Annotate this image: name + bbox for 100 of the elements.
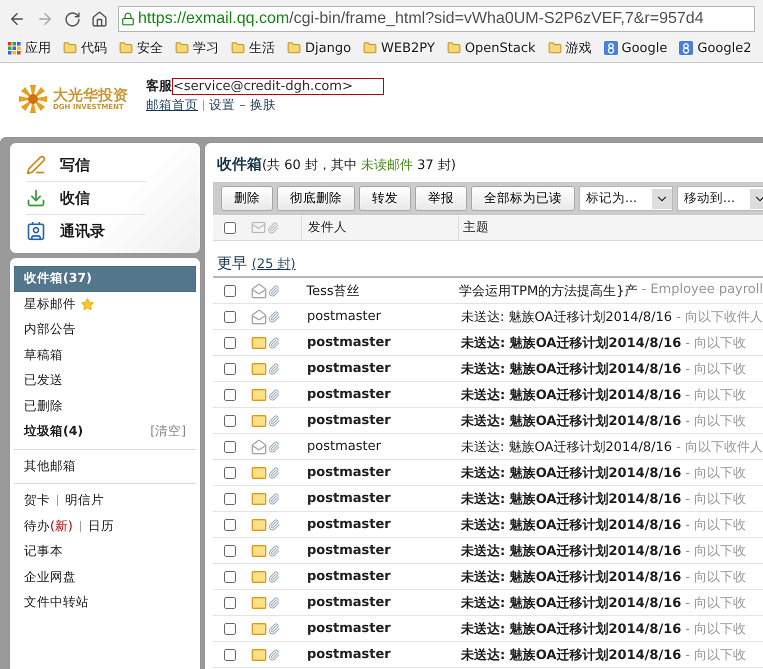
dropdown[interactable]: 标记为... (579, 186, 673, 211)
sender: postmaster (307, 517, 391, 532)
mail-row[interactable]: Tess苔丝 学会运用TPM的方法提高生}产 - Employee payroll (213, 278, 763, 304)
row-checkbox[interactable] (224, 440, 236, 452)
folder-icon (548, 41, 562, 55)
mail-row[interactable]: postmaster 未送达: 魅族OA迁移计划2014/8/16 - 向以下收 (213, 330, 763, 356)
paperclip-icon (268, 518, 280, 530)
preview: - 向以下收 (685, 646, 746, 664)
mail-row[interactable]: postmaster 未送达: 魅族OA迁移计划2014/8/16 - 向以下收件人 (213, 304, 763, 330)
paperclip-icon (268, 440, 280, 452)
tool-link[interactable]: 记事本 (24, 543, 63, 560)
folder-item[interactable]: 星标邮件 (14, 292, 196, 317)
row-checkbox[interactable] (224, 518, 236, 530)
dropdown[interactable]: 移动到... (677, 186, 763, 211)
row-checkbox[interactable] (224, 310, 236, 322)
preview: - 向以下收 (685, 412, 746, 430)
preview: - Employee payroll (642, 282, 763, 298)
envelope-icon (251, 594, 267, 610)
folder-item[interactable]: 收件箱(37) (14, 266, 196, 292)
mail-row[interactable]: postmaster 未送达: 魅族OA迁移计划2014/8/16 - 向以下收 (213, 512, 763, 538)
tool-link[interactable]: 文件中转站 (24, 594, 89, 612)
reload-button[interactable] (64, 10, 81, 28)
paperclip-icon (268, 388, 280, 400)
mail-row[interactable]: postmaster 未送达: 魅族OA迁移计划2014/8/16 - 向以下收 (213, 356, 763, 382)
tool-link[interactable]: 贺卡 (24, 492, 50, 510)
bookmark-link[interactable]: 游戏 (566, 39, 592, 57)
tool-link[interactable]: 企业网盘 (24, 568, 76, 586)
tool-link[interactable]: 日历 (88, 518, 114, 535)
row-checkbox[interactable] (224, 362, 236, 374)
select-all-checkbox[interactable] (224, 222, 236, 234)
mail-row[interactable]: postmaster 未送达: 魅族OA迁移计划2014/8/16 - 向以下收件人 (213, 434, 763, 460)
logo-text: 大光华投资 (53, 87, 128, 103)
bookmark-link[interactable]: 学习 (193, 39, 219, 57)
row-checkbox[interactable] (224, 570, 236, 582)
group-count-link[interactable]: (25 封) (252, 257, 296, 272)
mail-row[interactable]: postmaster 未送达: 魅族OA迁移计划2014/8/16 - 向以下收 (213, 590, 763, 616)
row-checkbox[interactable] (224, 622, 236, 634)
toolbar-button[interactable]: 转发 (359, 186, 411, 211)
mail-row[interactable]: postmaster 未送达: 魅族OA迁移计划2014/8/16 - 向以下收 (213, 642, 763, 668)
column-heading[interactable]: 主题 (463, 219, 489, 236)
folder-item[interactable]: 草稿箱 (14, 342, 196, 368)
action-link[interactable]: 写信 (26, 149, 146, 182)
pencil-icon (26, 155, 46, 175)
action-link[interactable]: 收信 (26, 182, 146, 215)
subject: 未送达: 魅族OA迁移计划2014/8/16 (461, 620, 682, 638)
mail-row[interactable]: postmaster 未送达: 魅族OA迁移计划2014/8/16 - 向以下收 (213, 460, 763, 486)
folder-item[interactable]: 内部公告 (14, 317, 196, 342)
toolbar-button[interactable]: 删除 (221, 186, 273, 211)
address-bar[interactable]: https://exmail.qq.com/cgi-bin/frame_html?sid=vWha0UM-S2P6zVEF,7&r=957d4 (118, 6, 755, 32)
tool-link[interactable]: 待办(新) (24, 518, 73, 535)
row-checkbox[interactable] (224, 284, 236, 296)
mail-row[interactable]: postmaster 未送达: 魅族OA迁移计划2014/8/16 - 向以下收 (213, 382, 763, 408)
row-checkbox[interactable] (224, 466, 236, 478)
folder-item[interactable]: 已删除 (14, 394, 196, 419)
envelope-icon (251, 620, 267, 636)
subject: 未送达: 魅族OA迁移计划2014/8/16 (461, 594, 682, 612)
bookmark-link[interactable]: Google (622, 40, 668, 56)
bookmark-link[interactable]: 应用 (25, 39, 51, 57)
row-checkbox[interactable] (224, 414, 236, 426)
action-link[interactable]: 通讯录 (26, 215, 146, 247)
subject: 未送达: 魅族OA迁移计划2014/8/16 (461, 308, 672, 326)
row-checkbox[interactable] (224, 336, 236, 348)
bookmark-link[interactable]: OpenStack (464, 40, 536, 56)
folder-item[interactable]: 已发送 (14, 368, 196, 394)
sender: postmaster (307, 595, 391, 610)
bookmark-link[interactable]: 代码 (81, 39, 107, 57)
header-link[interactable]: 换肤 (250, 97, 276, 114)
row-checkbox[interactable] (224, 596, 236, 608)
back-button[interactable] (8, 10, 26, 28)
bookmark-link[interactable]: 生活 (249, 39, 275, 57)
home-button[interactable] (91, 10, 108, 28)
header-link[interactable]: 邮箱首页 (146, 97, 198, 114)
row-checkbox[interactable] (224, 492, 236, 504)
tool-link[interactable]: 明信片 (65, 492, 104, 510)
subject: 未送达: 魅族OA迁移计划2014/8/16 (461, 438, 672, 456)
mail-row[interactable]: postmaster 未送达: 魅族OA迁移计划2014/8/16 - 向以下收 (213, 408, 763, 434)
user-email: <service@credit-dgh.com> (172, 78, 384, 94)
folder-item[interactable]: 其他邮箱 (14, 454, 196, 479)
bookmark-link[interactable]: Google2 (697, 40, 752, 56)
folder-item[interactable]: 垃圾箱(4) [清空] (14, 419, 196, 444)
toolbar-button[interactable]: 彻底删除 (277, 186, 355, 211)
header-link[interactable]: 设置 (209, 97, 235, 114)
row-checkbox[interactable] (224, 388, 236, 400)
sender: postmaster (307, 621, 391, 636)
mail-row[interactable]: postmaster 未送达: 魅族OA迁移计划2014/8/16 - 向以下收 (213, 538, 763, 564)
bookmark-link[interactable]: 安全 (137, 39, 163, 57)
toolbar-button[interactable]: 全部标为已读 (471, 186, 575, 211)
column-heading[interactable]: 发件人 (308, 219, 347, 236)
empty-trash-link[interactable]: [清空] (150, 423, 186, 440)
bookmark-site-icon (679, 41, 694, 55)
folder-icon (287, 41, 301, 55)
toolbar-button[interactable]: 举报 (415, 186, 467, 211)
sender: postmaster (307, 361, 391, 376)
bookmark-link[interactable]: WEB2PY (381, 40, 435, 56)
row-checkbox[interactable] (224, 648, 236, 660)
mail-row[interactable]: postmaster 未送达: 魅族OA迁移计划2014/8/16 - 向以下收 (213, 564, 763, 590)
row-checkbox[interactable] (224, 544, 236, 556)
mail-row[interactable]: postmaster 未送达: 魅族OA迁移计划2014/8/16 - 向以下收 (213, 616, 763, 642)
bookmark-link[interactable]: Django (305, 40, 352, 56)
mail-row[interactable]: postmaster 未送达: 魅族OA迁移计划2014/8/16 - 向以下收 (213, 486, 763, 512)
